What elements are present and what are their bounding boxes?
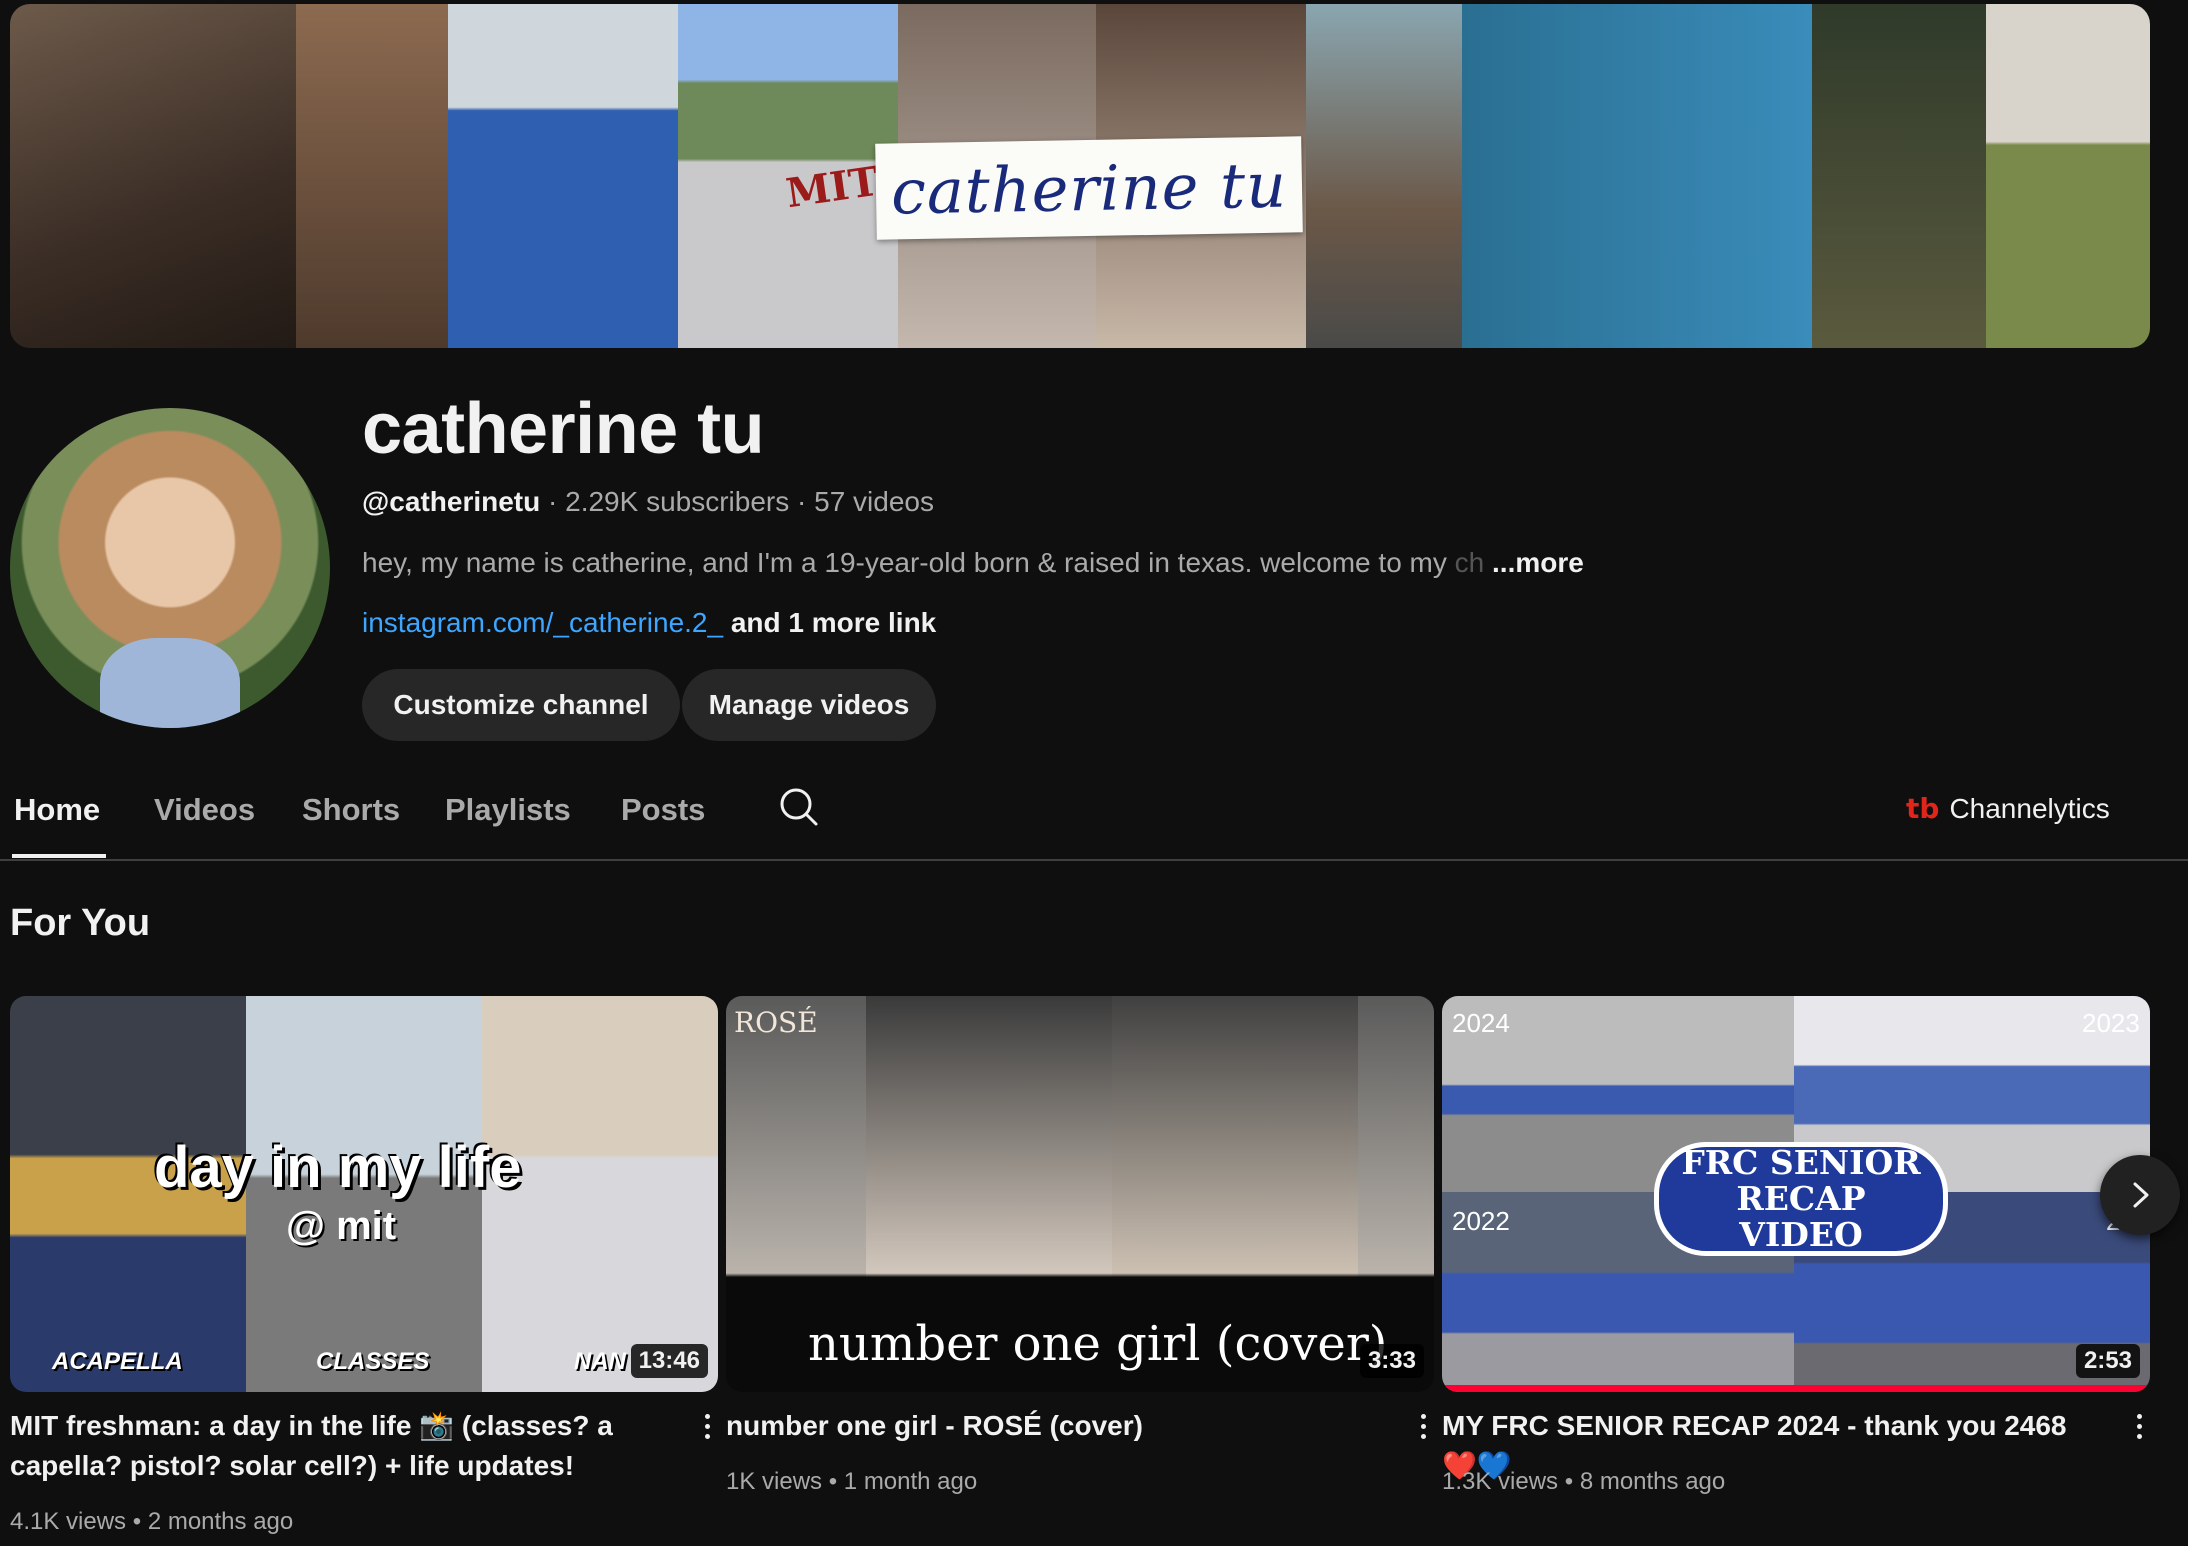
banner-photo [1306, 4, 1462, 348]
video-meta: 4.1K views • 2 months ago [10, 1508, 293, 1536]
thumbnail-main-text: number one girl (cover) [808, 1316, 1388, 1372]
video-thumbnail[interactable]: 2024 2023 2022 20 FRC SENIOR RECAP VIDEO… [1442, 996, 2150, 1392]
year-label: 2023 [2082, 1008, 2140, 1038]
channelytics-label: Channelytics [1949, 792, 2110, 824]
thumbnail-label: CLASSES [316, 1348, 430, 1375]
subscriber-count: 2.29K subscribers [565, 486, 790, 517]
more-actions-icon[interactable] [1408, 1406, 1438, 1446]
meta-dot: • [1564, 1468, 1574, 1495]
instagram-link[interactable]: instagram.com/_catherine.2_ [362, 607, 723, 638]
thumbnail-label: ACAPELLA [52, 1348, 183, 1375]
video-title[interactable]: MIT freshman: a day in the life 📸 (class… [10, 1406, 670, 1486]
channel-meta: @catherinetu · 2.29K subscribers · 57 vi… [362, 486, 934, 518]
video-duration: 13:46 [630, 1344, 708, 1378]
banner-photo [1986, 4, 2150, 348]
channel-banner: MIT catherine tu [10, 4, 2150, 348]
video-card[interactable]: ROSÉ number one girl (cover) 3:33 number… [726, 996, 1434, 1495]
video-title[interactable]: number one girl - ROSÉ (cover) [726, 1406, 1386, 1446]
upload-age: 8 months ago [1579, 1468, 1726, 1495]
video-thumbnail[interactable]: day in my life @ mit ACAPELLA CLASSES NA… [10, 996, 718, 1392]
channel-links: instagram.com/_catherine.2_ and 1 more l… [362, 607, 936, 639]
more-links[interactable]: and 1 more link [731, 607, 936, 638]
banner-title-card: catherine tu [875, 136, 1303, 240]
banner-photo [10, 4, 296, 348]
channelytics-logo-icon: tb [1906, 792, 1940, 825]
upload-age: 2 months ago [147, 1508, 294, 1535]
banner-photo [1462, 4, 1812, 348]
manage-videos-button[interactable]: Manage videos [682, 669, 936, 741]
channel-name: catherine tu [362, 389, 765, 469]
banner-title: catherine tu [890, 148, 1288, 228]
video-duration: 2:53 [2075, 1344, 2140, 1378]
video-thumbnail[interactable]: ROSÉ number one girl (cover) 3:33 [726, 996, 1434, 1392]
video-card[interactable]: day in my life @ mit ACAPELLA CLASSES NA… [10, 996, 718, 1535]
video-card[interactable]: 2024 2023 2022 20 FRC SENIOR RECAP VIDEO… [1442, 996, 2150, 1495]
chevron-right-icon [2133, 1182, 2149, 1208]
thumbnail-label: NAN [574, 1348, 626, 1375]
tab-home[interactable]: Home [14, 792, 100, 828]
view-count: 4.1K views [10, 1508, 127, 1535]
section-title: For You [10, 902, 151, 944]
more-actions-icon[interactable] [692, 1406, 722, 1446]
view-count: 1K views [726, 1468, 823, 1495]
video-meta: 1.3K views • 8 months ago [1442, 1468, 1725, 1496]
tabs-divider [0, 859, 2188, 861]
tab-videos[interactable]: Videos [154, 792, 255, 828]
channel-tabs: Home Videos Shorts Playlists Posts tb Ch… [0, 786, 2188, 860]
channelytics-button[interactable]: tb Channelytics [1906, 792, 2110, 825]
active-tab-indicator [12, 854, 106, 858]
description-text: hey, my name is catherine, and I'm a 19-… [362, 547, 1447, 578]
upload-age: 1 month ago [843, 1468, 978, 1495]
year-label: 2024 [1452, 1008, 1510, 1038]
meta-separator: · [548, 486, 558, 517]
video-meta: 1K views • 1 month ago [726, 1468, 977, 1496]
thumbnail-main-text: FRC SENIOR RECAP VIDEO [1681, 1143, 1921, 1254]
carousel-next-button[interactable] [2100, 1155, 2180, 1235]
year-label: 2022 [1452, 1206, 1510, 1236]
channel-avatar[interactable] [10, 408, 330, 728]
watch-progress-bar [1442, 1385, 2150, 1392]
tab-posts[interactable]: Posts [621, 792, 705, 828]
channel-description[interactable]: hey, my name is catherine, and I'm a 19-… [362, 547, 1584, 579]
banner-photo [448, 4, 678, 348]
channel-search-icon[interactable] [778, 786, 820, 828]
video-duration: 3:33 [1359, 1344, 1424, 1378]
thumbnail-badge: FRC SENIOR RECAP VIDEO [1654, 1142, 1948, 1256]
thumbnail-tag: ROSÉ [734, 1006, 818, 1039]
view-count: 1.3K views [1442, 1468, 1559, 1495]
meta-dot: • [132, 1508, 142, 1535]
description-fade: ch [1454, 547, 1485, 578]
customize-channel-button[interactable]: Customize channel [362, 669, 680, 741]
thumbnail-sub-text: @ mit [286, 1204, 397, 1248]
video-count: 57 videos [814, 486, 934, 517]
banner-photo [1812, 4, 1986, 348]
thumbnail-main-text: day in my life [154, 1135, 522, 1200]
meta-separator: · [797, 486, 807, 517]
banner-photo [296, 4, 448, 348]
tab-playlists[interactable]: Playlists [445, 792, 571, 828]
channel-handle: @catherinetu [362, 486, 541, 517]
description-more[interactable]: ...more [1492, 547, 1584, 578]
meta-dot: • [828, 1468, 838, 1495]
tab-shorts[interactable]: Shorts [302, 792, 400, 828]
more-actions-icon[interactable] [2124, 1406, 2154, 1446]
